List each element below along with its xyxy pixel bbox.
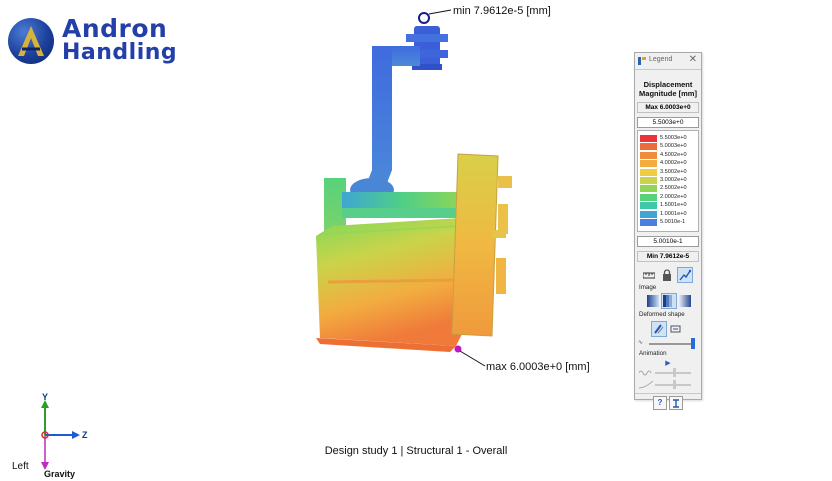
- play-icon[interactable]: ▶: [635, 359, 701, 367]
- gravity-label: Gravity: [44, 469, 76, 479]
- legend-tick-label: 4.5002e+0: [660, 151, 687, 158]
- legend-tick-label: 2.5002e+0: [660, 185, 687, 192]
- logo-word-bottom: Handling: [62, 40, 178, 65]
- curve-icon: [639, 381, 653, 389]
- y-axis-label: Y: [42, 392, 49, 402]
- deformed-shape-section-label: Deformed shape: [639, 311, 685, 318]
- deformed-scaled-icon[interactable]: [668, 321, 684, 337]
- legend-tick-label: 5.0003e+0: [660, 143, 687, 150]
- legend-title: Legend: [649, 56, 673, 63]
- legend-swatch: [640, 185, 657, 193]
- pin-icon[interactable]: [669, 396, 683, 410]
- legend-swatch: [640, 135, 657, 142]
- z-axis-arrow: [72, 431, 80, 439]
- legend-panel[interactable]: Legend ✕ Displacement Magnitude [mm] Max…: [634, 52, 702, 410]
- logo-word-top: Andron: [62, 14, 168, 43]
- animation-controls-disabled: [635, 367, 701, 393]
- legend-tick-label: 5.5003e+0: [660, 135, 687, 141]
- legend-max-value: Max 6.0003e+0: [637, 102, 699, 113]
- gradient-banded-icon[interactable]: [661, 293, 677, 309]
- legend-min-value: Min 7.9612e-5: [637, 251, 699, 262]
- legend-swatch: [640, 168, 657, 176]
- legend-quantity: Displacement Magnitude [mm]: [635, 80, 701, 98]
- gradient-smooth-icon[interactable]: [645, 293, 661, 309]
- company-logo: Andron Handling: [8, 14, 178, 66]
- logo-mark-icon: [8, 18, 54, 64]
- legend-swatch: [640, 219, 657, 226]
- deformation-scale-slider[interactable]: [691, 338, 695, 349]
- legend-quantity-line2: Magnitude [mm]: [639, 89, 697, 98]
- legend-window-icon: [638, 57, 646, 65]
- min-probe-marker[interactable]: [418, 12, 430, 24]
- min-probe-leader: [428, 9, 452, 15]
- legend-tick-label: 4.0002e+0: [660, 160, 687, 167]
- gradient-fade-icon[interactable]: [677, 293, 693, 309]
- legend-swatch: [640, 143, 657, 151]
- wave-icon: [639, 370, 652, 376]
- legend-swatch: [640, 177, 657, 184]
- legend-tick-label: 3.0002e+0: [660, 177, 687, 183]
- model-viewport[interactable]: [280, 0, 640, 400]
- animation-speed-handle: [673, 368, 676, 377]
- legend-swatch: [640, 193, 657, 201]
- animation-steps-handle: [673, 380, 676, 389]
- body-seam: [327, 278, 461, 284]
- legend-swatch: [640, 151, 657, 159]
- scale-small-icon: ∿: [638, 340, 644, 346]
- legend-tick-label: 5.0010e-1: [660, 219, 686, 225]
- max-probe-leader: [459, 350, 486, 367]
- legend-tick-label: 1.0001e+0: [660, 210, 687, 217]
- legend-tick-label: 3.5002e+0: [660, 168, 687, 175]
- legend-quantity-line1: Displacement: [643, 80, 693, 89]
- upper-beam: [342, 192, 462, 208]
- arm-vertical: [362, 46, 392, 196]
- legend-swatch: [640, 210, 657, 218]
- deformation-scale-track[interactable]: [649, 343, 693, 345]
- legend-tick-label: 2.0002e+0: [660, 193, 687, 200]
- z-axis-label: Z: [82, 430, 88, 440]
- animation-section-label: Animation: [639, 350, 667, 357]
- help-icon[interactable]: ?: [653, 396, 667, 410]
- legend-titlebar[interactable]: Legend ✕: [635, 53, 701, 70]
- front-plate: [451, 153, 499, 337]
- min-probe-label: min 7.9612e-5 [mm]: [453, 5, 551, 17]
- image-section-label: Image: [639, 284, 657, 291]
- legend-lower-bound-input[interactable]: 5.0010e-1: [637, 236, 699, 247]
- study-caption: Design study 1 | Structural 1 - Overall: [324, 445, 508, 457]
- close-icon[interactable]: ✕: [689, 54, 697, 65]
- probe-icon[interactable]: [677, 267, 693, 283]
- lower-beam: [342, 208, 462, 218]
- legend-swatch: [640, 202, 657, 210]
- max-probe-label: max 6.0003e+0 [mm]: [486, 361, 590, 373]
- legend-color-scale: 5.5003e+0 5.0003e+0 4.5002e+0 4.0002e+0 3.50…: [637, 130, 699, 232]
- ruler-icon[interactable]: [641, 267, 657, 283]
- legend-tick-label: 1.5001e+0: [660, 202, 687, 209]
- legend-upper-bound-input[interactable]: 5.5003e+0: [637, 117, 699, 128]
- legend-swatch: [640, 160, 657, 168]
- view-orientation-label: Left: [12, 461, 29, 472]
- deformed-on-icon[interactable]: [651, 321, 667, 337]
- lock-icon[interactable]: [659, 267, 675, 283]
